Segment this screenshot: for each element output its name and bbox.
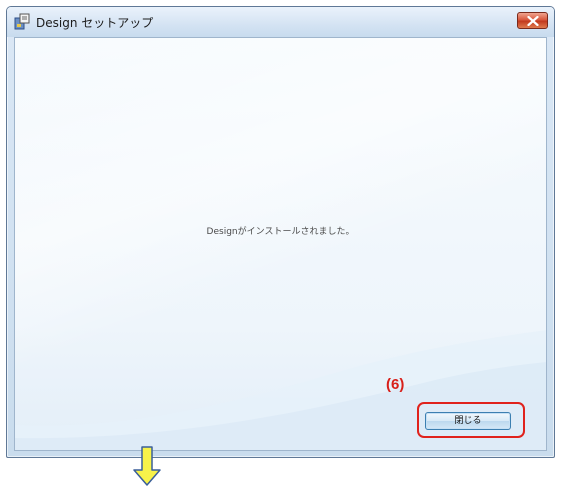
install-complete-message: Designがインストールされました。 <box>206 227 355 237</box>
setup-window: Design セットアップ Designがインストールされました。 <box>6 6 555 458</box>
setup-app-icon <box>14 13 32 31</box>
title-bar[interactable]: Design セットアップ <box>7 7 554 37</box>
close-icon <box>527 16 539 26</box>
close-button[interactable]: 閉じる <box>425 412 511 430</box>
window-close-button[interactable] <box>517 12 548 29</box>
step-label: (6) <box>386 376 405 393</box>
content-panel: Designがインストールされました。 <box>14 37 547 451</box>
window-title: Design セットアップ <box>36 16 154 30</box>
down-arrow-icon <box>133 446 161 486</box>
